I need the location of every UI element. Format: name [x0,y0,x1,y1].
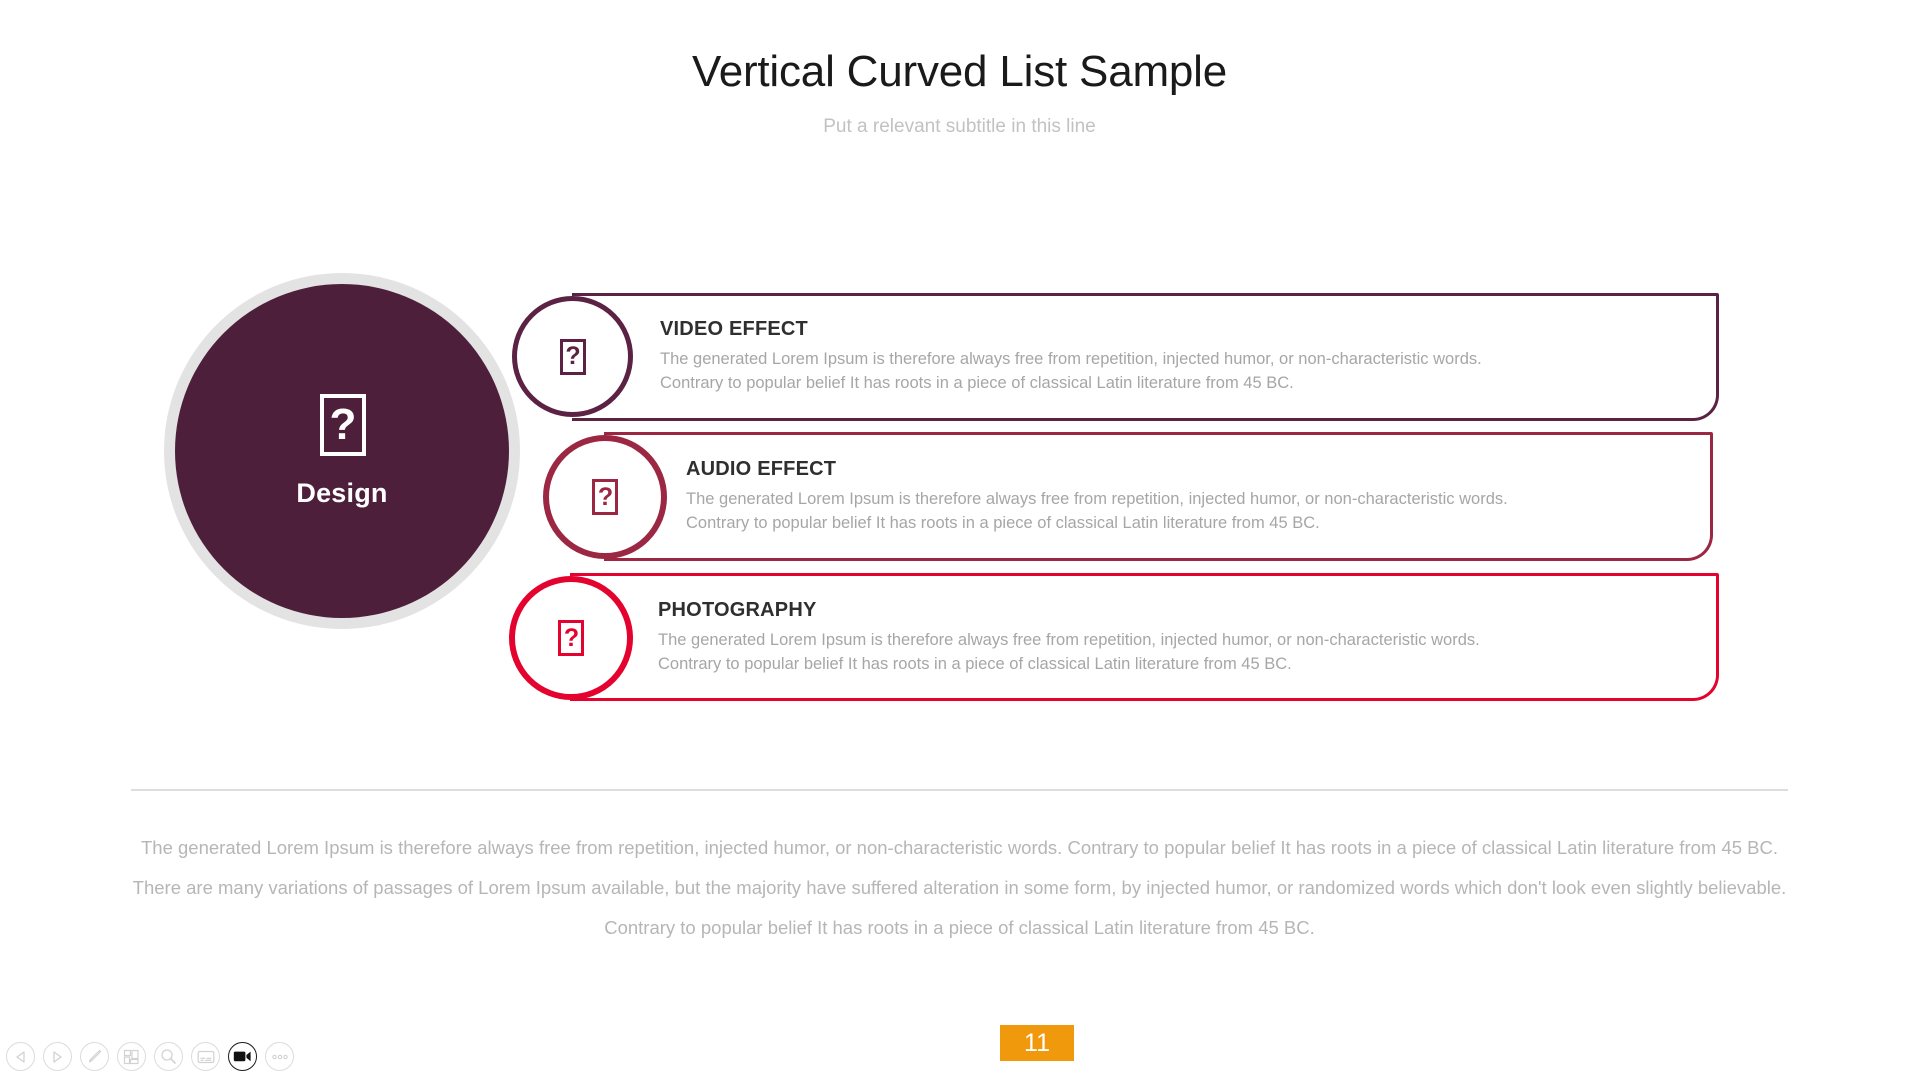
caption-screen-icon [197,1050,214,1063]
row-description: The generated Lorem Ipsum is therefore a… [660,350,1482,392]
hub-circle[interactable]: ? Design [175,284,509,618]
magnifier-icon [161,1049,176,1064]
zoom-tool-button[interactable] [154,1042,183,1071]
row-title: VIDEO EFFECT [660,318,808,340]
vertical-curved-list-diagram: ? Design ? VIDEO EFFECT The generated Lo… [0,0,1919,800]
row-title: AUDIO EFFECT [686,458,837,480]
pen-tool-button[interactable] [80,1042,109,1071]
captions-button[interactable] [191,1042,220,1071]
row-description: The generated Lorem Ipsum is therefore a… [686,490,1508,532]
row-title: PHOTOGRAPHY [658,599,817,621]
missing-glyph-question-box-icon: ? [559,338,586,375]
hub-label: Design [296,477,388,508]
page-number-badge: 11 [1000,1025,1074,1061]
node-circle-2[interactable]: ? [543,435,667,559]
grid-slides-icon [123,1049,139,1064]
video-camera-icon [233,1051,251,1062]
row-text-2: AUDIO EFFECT The generated Lorem Ipsum i… [686,456,1676,535]
node-circle-3[interactable]: ? [509,576,633,700]
missing-glyph-question-box-icon: ? [558,620,584,656]
slide-overview-button[interactable] [117,1042,146,1071]
triangle-right-icon [53,1050,62,1063]
more-options-button[interactable] [265,1042,294,1071]
ellipsis-icon [271,1054,288,1059]
missing-glyph-question-box-icon: ? [320,393,366,456]
previous-slide-button[interactable] [6,1042,35,1071]
next-slide-button[interactable] [43,1042,72,1071]
pen-icon [88,1049,102,1063]
row-text-1: VIDEO EFFECT The generated Lorem Ipsum i… [660,316,1650,395]
footer-paragraph: The generated Lorem Ipsum is therefore a… [132,837,1787,938]
row-description: The generated Lorem Ipsum is therefore a… [658,631,1480,673]
horizontal-divider [131,789,1788,791]
presenter-video-button[interactable] [228,1042,257,1071]
presentation-toolbar [6,1042,294,1071]
triangle-left-icon [16,1050,25,1063]
node-circle-1[interactable]: ? [512,296,633,417]
missing-glyph-question-box-icon: ? [592,479,618,515]
row-text-3: PHOTOGRAPHY The generated Lorem Ipsum is… [658,597,1648,676]
